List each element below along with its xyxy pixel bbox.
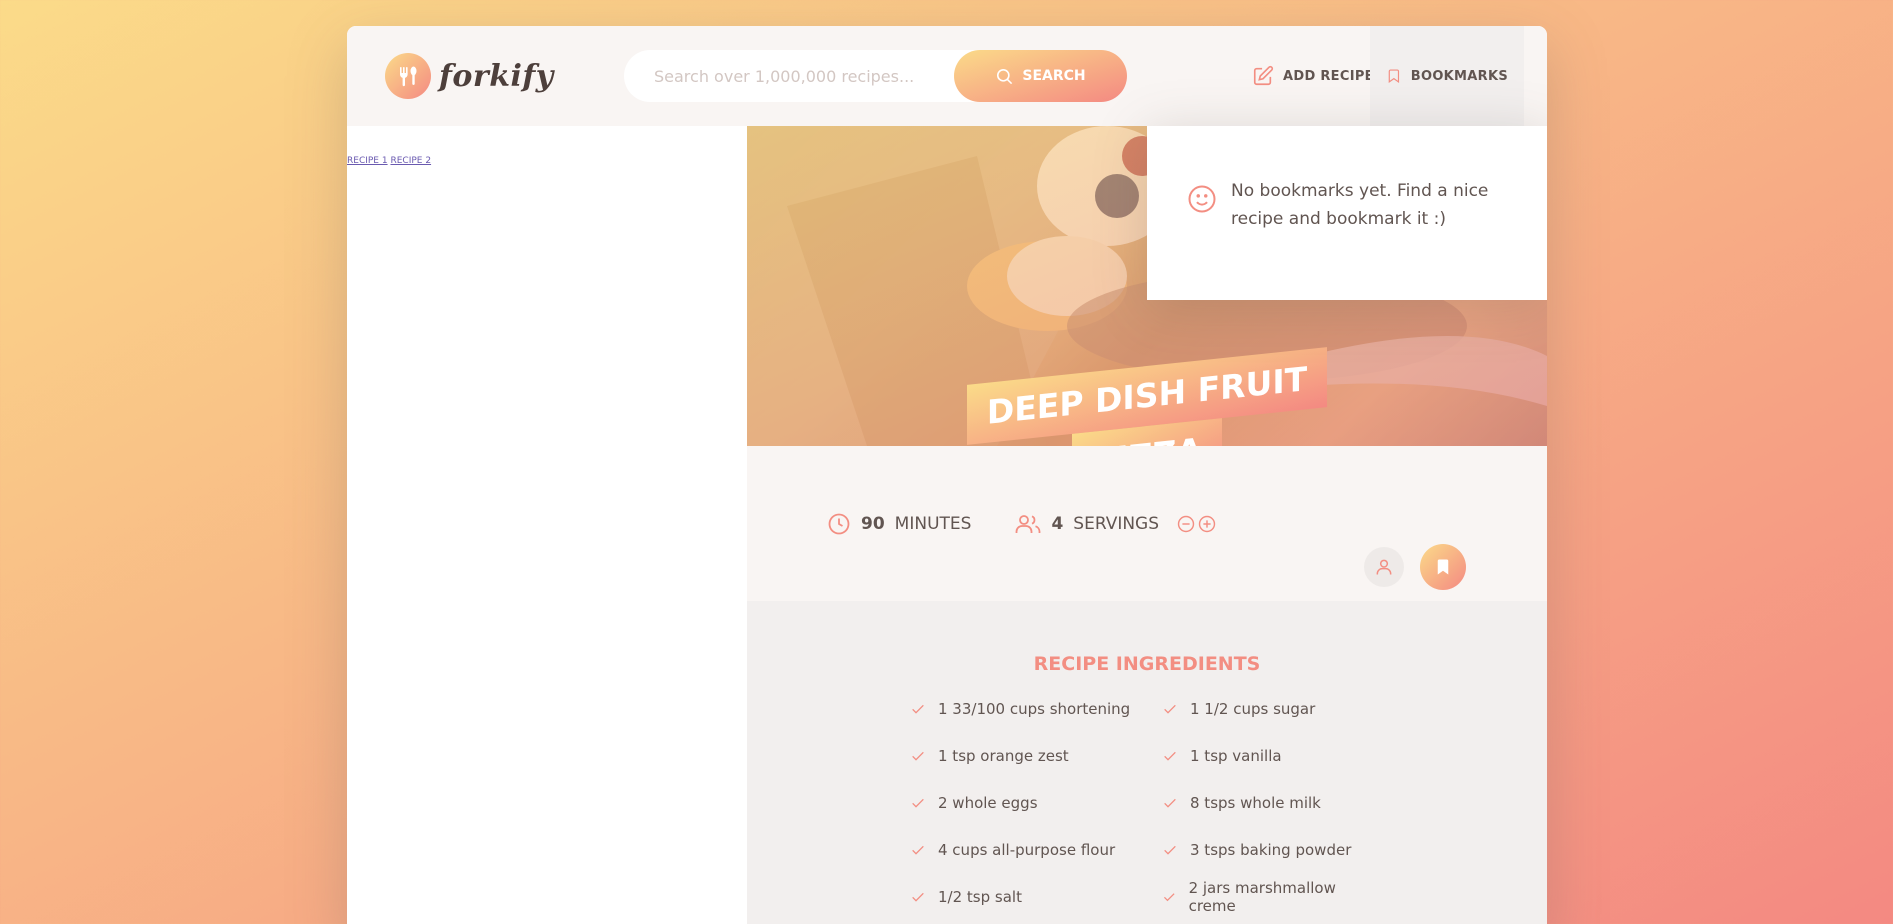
cooking-time: 90 MINUTES (827, 512, 971, 536)
users-icon (1016, 514, 1041, 533)
servings-controls (1177, 515, 1216, 533)
check-icon (912, 845, 924, 855)
search-results-sidebar: RECIPE 1 RECIPE 2 (347, 126, 747, 924)
logo-text: forkify (439, 58, 554, 94)
clock-icon (828, 513, 850, 534)
header: forkify SEARCH ADD RECIPE BOOKMARKS (347, 26, 1547, 126)
bookmark-icon (1388, 69, 1400, 84)
fork-spoon-icon (385, 53, 431, 99)
bookmark-fill-icon (1437, 559, 1449, 575)
search-button-label: SEARCH (1022, 68, 1086, 84)
add-recipe-label: ADD RECIPE (1283, 68, 1374, 84)
ingredient-item: 3 tsps baking powder (1162, 839, 1370, 861)
check-icon (912, 892, 924, 902)
bookmark-recipe-button[interactable] (1420, 544, 1466, 590)
search-input[interactable] (624, 66, 954, 86)
servings-value: 4 (1051, 513, 1064, 534)
ingredient-text: 1 tsp vanilla (1190, 747, 1282, 765)
check-icon (1164, 893, 1175, 902)
check-icon (912, 798, 924, 808)
ingredient-text: 1 1/2 cups sugar (1190, 700, 1316, 718)
edit-icon (1253, 65, 1274, 86)
search-form: SEARCH (624, 50, 1127, 102)
minus-circle-icon[interactable] (1177, 515, 1195, 533)
ingredient-text: 2 whole eggs (938, 794, 1038, 812)
ingredient-text: 8 tsps whole milk (1190, 794, 1321, 812)
check-icon (1164, 845, 1176, 855)
check-icon (1164, 704, 1176, 714)
ingredient-text: 1 33/100 cups shortening (938, 700, 1131, 718)
smile-icon (1188, 185, 1216, 213)
search-icon (997, 68, 1013, 84)
sidebar-link-recipe-1[interactable]: RECIPE 1 (347, 156, 388, 166)
minutes-label: MINUTES (894, 513, 972, 534)
app-container: forkify SEARCH ADD RECIPE BOOKMARKS RECI… (347, 26, 1547, 924)
user-icon (1376, 559, 1392, 575)
ingredient-item: 2 whole eggs (910, 792, 1162, 814)
ingredient-item: 4 cups all-purpose flour (910, 839, 1162, 861)
check-icon (912, 751, 924, 761)
bookmarks-dropdown: No bookmarks yet. Find a nice recipe and… (1147, 126, 1547, 300)
ingredient-item: 1 tsp orange zest (910, 745, 1162, 767)
recipe-ingredients: RECIPE INGREDIENTS 1 33/100 cups shorten… (747, 601, 1547, 924)
ingredient-item: 8 tsps whole milk (1162, 792, 1370, 814)
ingredients-title: RECIPE INGREDIENTS (1033, 653, 1261, 675)
check-icon (1164, 751, 1176, 761)
ingredient-text: 1 tsp orange zest (938, 747, 1069, 765)
search-button[interactable]: SEARCH (954, 50, 1127, 102)
ingredient-item: 1 33/100 cups shortening (910, 698, 1162, 720)
user-generated-badge (1364, 547, 1404, 587)
servings-label: SERVINGS (1073, 513, 1160, 534)
bookmarks-button[interactable]: BOOKMARKS (1370, 26, 1524, 126)
logo[interactable]: forkify (385, 52, 554, 100)
check-icon (1164, 798, 1176, 808)
ingredient-item: 1 1/2 cups sugar (1162, 698, 1370, 720)
bookmarks-label: BOOKMARKS (1410, 68, 1508, 84)
sidebar-links: RECIPE 1 RECIPE 2 (347, 156, 431, 166)
ingredient-item: 2 jars marshmallow creme (1162, 879, 1370, 915)
bookmarks-message-text: No bookmarks yet. Find a nice recipe and… (1231, 181, 1489, 229)
plus-circle-icon[interactable] (1198, 515, 1216, 533)
ingredient-item: 1/2 tsp salt (910, 886, 1162, 908)
servings: 4 SERVINGS (1015, 512, 1216, 536)
check-icon (912, 704, 924, 714)
ingredient-item: 1 tsp vanilla (1162, 745, 1370, 767)
sidebar-link-recipe-2[interactable]: RECIPE 2 (390, 156, 431, 166)
add-recipe-button[interactable]: ADD RECIPE (1236, 26, 1390, 126)
bookmarks-empty-message: No bookmarks yet. Find a nice recipe and… (1187, 181, 1491, 233)
ingredient-text: 3 tsps baking powder (1190, 841, 1352, 859)
ingredient-text: 2 jars marshmallow creme (1188, 879, 1336, 915)
ingredient-list: 1 33/100 cups shortening 1 1/2 cups sugar… (910, 698, 1370, 915)
ingredient-text: 4 cups all-purpose flour (938, 841, 1116, 859)
minutes-value: 90 (861, 513, 885, 534)
ingredient-text: 1/2 tsp salt (938, 888, 1022, 906)
